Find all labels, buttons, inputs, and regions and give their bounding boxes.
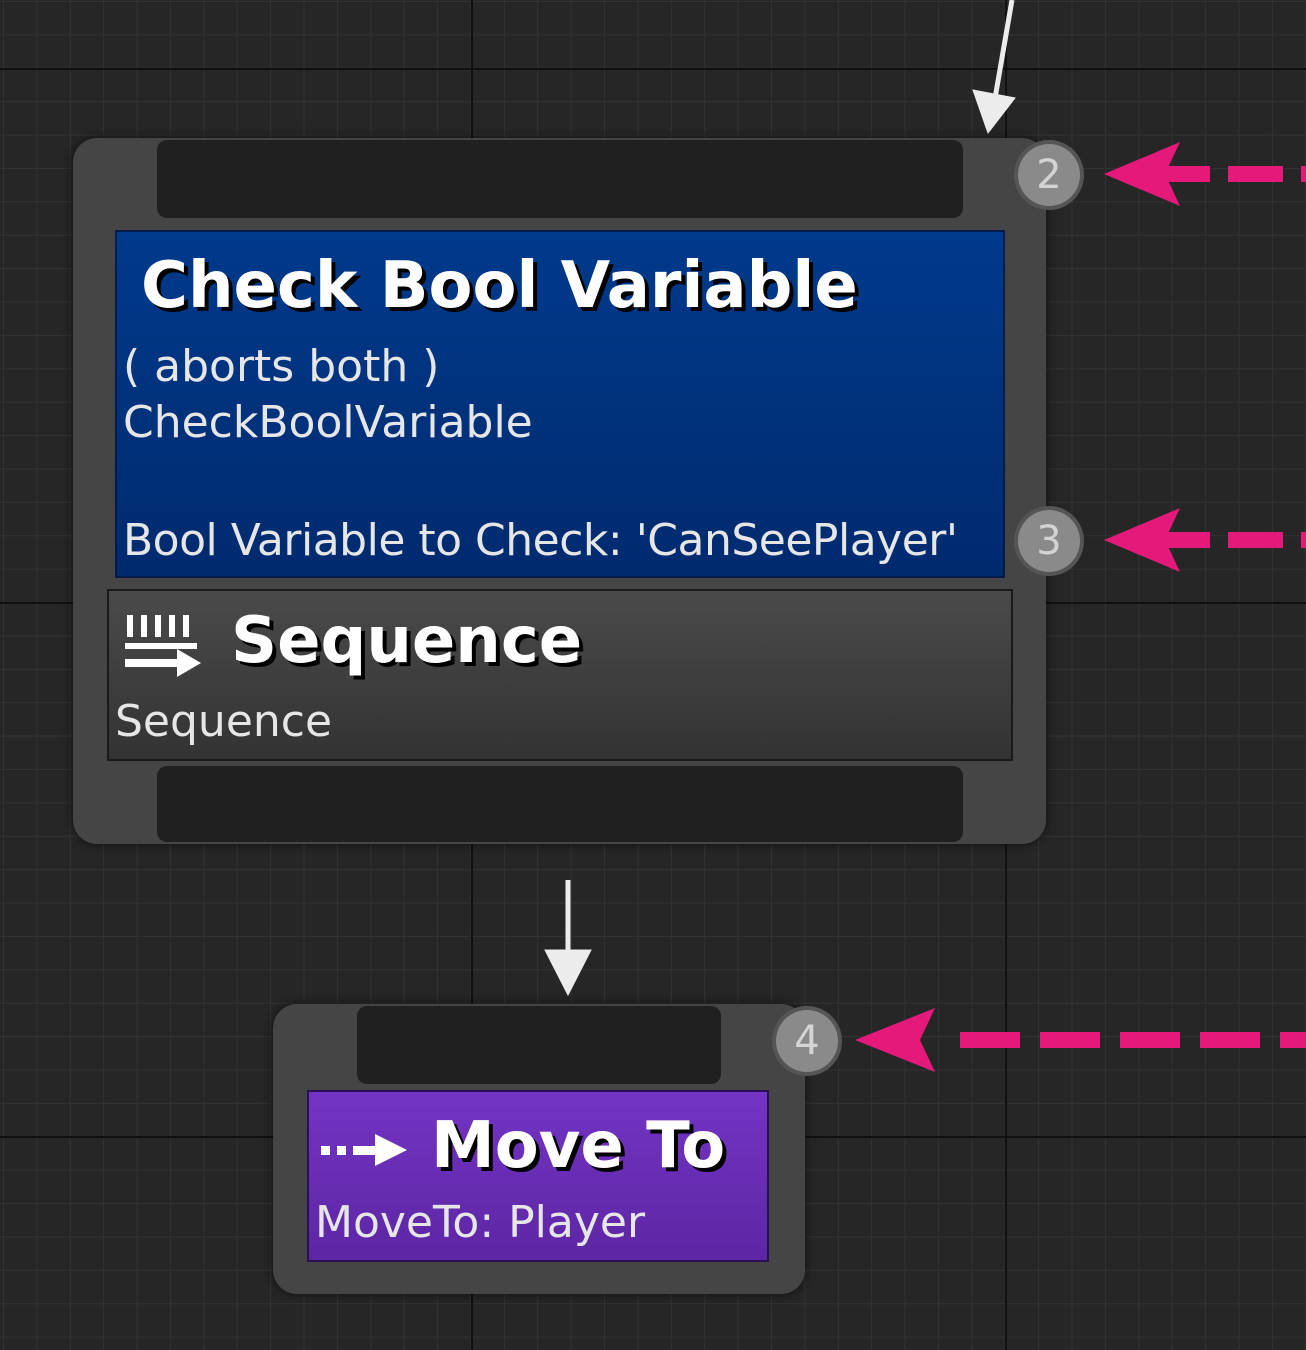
composite-title: Sequence <box>231 604 583 678</box>
input-pin[interactable] <box>157 140 963 218</box>
task-title: Move To <box>431 1109 726 1183</box>
composite-subtitle: Sequence <box>115 696 333 747</box>
annotation-arrow <box>855 1008 1306 1072</box>
input-pin[interactable] <box>357 1006 721 1084</box>
task-move-to[interactable]: Move To MoveTo: Player <box>307 1090 769 1262</box>
composite-sequence[interactable]: Sequence Sequence <box>107 589 1013 761</box>
move-to-icon <box>321 1134 407 1166</box>
abort-mode-label: ( aborts both ) <box>123 341 440 392</box>
connection-wire <box>544 880 592 997</box>
sequence-node[interactable]: Check Bool Variable ( aborts both ) Chec… <box>73 138 1046 844</box>
incoming-wire <box>972 0 1016 135</box>
decorator-detail: Bool Variable to Check: 'CanSeePlayer' <box>123 515 958 566</box>
decorator-check-bool-variable[interactable]: Check Bool Variable ( aborts both ) Chec… <box>115 230 1005 578</box>
annotation-arrow <box>1104 508 1306 572</box>
decorator-class-name: CheckBoolVariable <box>123 397 533 448</box>
execution-order-badge: 2 <box>1018 144 1080 206</box>
sequence-icon <box>125 615 201 677</box>
execution-order-badge: 3 <box>1018 510 1080 572</box>
output-pin[interactable] <box>157 766 963 842</box>
move-to-node[interactable]: Move To MoveTo: Player <box>273 1004 805 1294</box>
task-subtitle: MoveTo: Player <box>315 1197 646 1248</box>
execution-order-badge: 4 <box>776 1010 838 1072</box>
annotation-arrow <box>1104 142 1306 206</box>
decorator-title: Check Bool Variable <box>141 249 858 323</box>
